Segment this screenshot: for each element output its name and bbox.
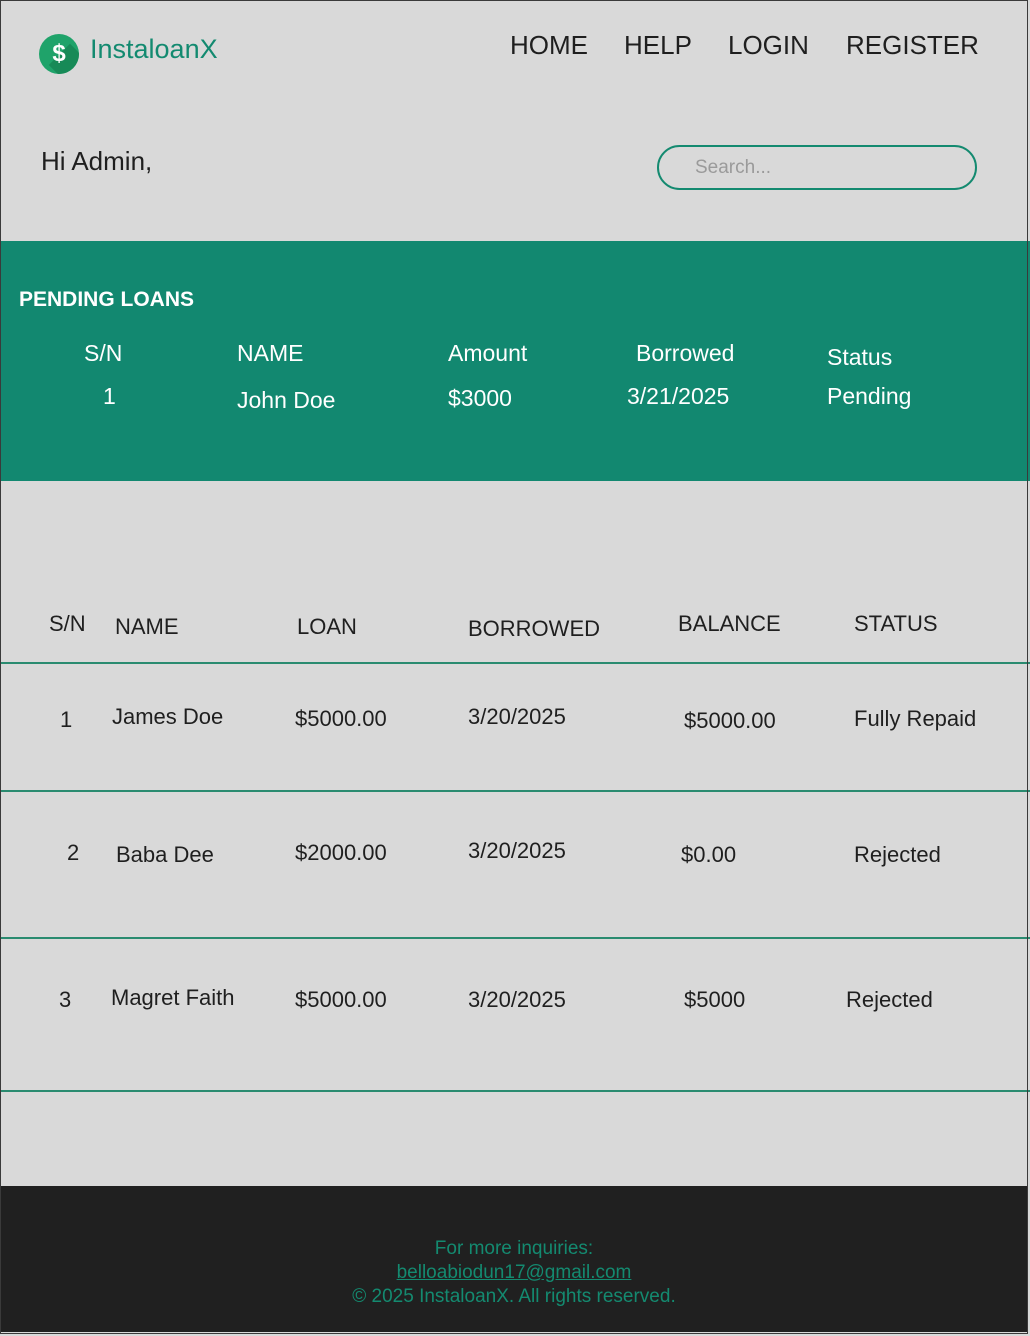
pending-header-status: Status bbox=[827, 344, 893, 370]
cell-balance: $5000.00 bbox=[684, 708, 776, 733]
loans-header-status: STATUS bbox=[854, 611, 938, 636]
nav-login-link[interactable]: LOGIN bbox=[728, 30, 809, 61]
cell-status: Rejected bbox=[854, 842, 941, 867]
pending-loans-panel: PENDING LOANS S/N NAME Amount Borrowed S… bbox=[0, 241, 1030, 481]
pending-header-borrowed: Borrowed bbox=[636, 340, 735, 366]
footer-email-link[interactable]: belloabiodun17@gmail.com bbox=[397, 1262, 632, 1283]
cell-name: James Doe bbox=[112, 704, 224, 729]
row-divider bbox=[0, 790, 1030, 792]
pending-cell-sn: 1 bbox=[103, 383, 116, 409]
cell-borrowed: 3/20/2025 bbox=[468, 838, 566, 863]
cell-status: Fully Repaid bbox=[854, 706, 977, 731]
loans-header-borrowed: BORROWED bbox=[468, 616, 600, 641]
loans-header-loan: LOAN bbox=[297, 614, 357, 639]
dollar-coin-icon: $ bbox=[39, 34, 79, 74]
greeting-text: Hi Admin, bbox=[41, 146, 153, 176]
nav-home-link[interactable]: HOME bbox=[510, 30, 588, 61]
cell-name: Magret Faith bbox=[111, 985, 235, 1010]
footer-copyright: © 2025 InstaloanX. All rights reserved. bbox=[352, 1286, 676, 1307]
pending-cell-status: Pending bbox=[827, 383, 912, 409]
loans-header-name: NAME bbox=[115, 614, 179, 639]
cell-loan: $2000.00 bbox=[295, 840, 387, 865]
footer: For more inquiries: belloabiodun17@gmail… bbox=[1, 1186, 1027, 1332]
pending-cell-name: John Doe bbox=[237, 387, 336, 413]
nav-register-link[interactable]: REGISTER bbox=[846, 30, 979, 61]
row-divider bbox=[0, 662, 1030, 664]
cell-borrowed: 3/20/2025 bbox=[468, 704, 566, 729]
cell-balance: $0.00 bbox=[681, 842, 737, 867]
pending-cell-borrowed: 3/21/2025 bbox=[627, 383, 730, 409]
search-input[interactable] bbox=[657, 145, 977, 190]
cell-balance: $5000 bbox=[684, 987, 746, 1012]
pending-header-amount: Amount bbox=[448, 340, 528, 366]
brand-name[interactable]: InstaloanX bbox=[90, 34, 218, 65]
cell-loan: $5000.00 bbox=[295, 706, 387, 731]
page-border bbox=[0, 0, 1028, 1334]
row-divider bbox=[0, 937, 1030, 939]
pending-header-sn: S/N bbox=[84, 340, 123, 366]
pending-loans-title: PENDING LOANS bbox=[19, 288, 195, 311]
nav-help-link[interactable]: HELP bbox=[624, 30, 692, 61]
cell-sn: 2 bbox=[67, 840, 80, 865]
pending-header-name: NAME bbox=[237, 340, 304, 366]
cell-name: Baba Dee bbox=[116, 842, 214, 867]
footer-inquiries-text: For more inquiries: bbox=[434, 1238, 594, 1259]
cell-sn: 3 bbox=[59, 987, 72, 1012]
loans-header-sn: S/N bbox=[49, 611, 86, 636]
cell-status: Rejected bbox=[846, 987, 933, 1012]
loans-header-balance: BALANCE bbox=[678, 611, 781, 636]
pending-cell-amount: $3000 bbox=[448, 385, 512, 411]
row-divider bbox=[0, 1090, 1030, 1092]
cell-borrowed: 3/20/2025 bbox=[468, 987, 566, 1012]
cell-sn: 1 bbox=[60, 707, 73, 732]
cell-loan: $5000.00 bbox=[295, 987, 387, 1012]
